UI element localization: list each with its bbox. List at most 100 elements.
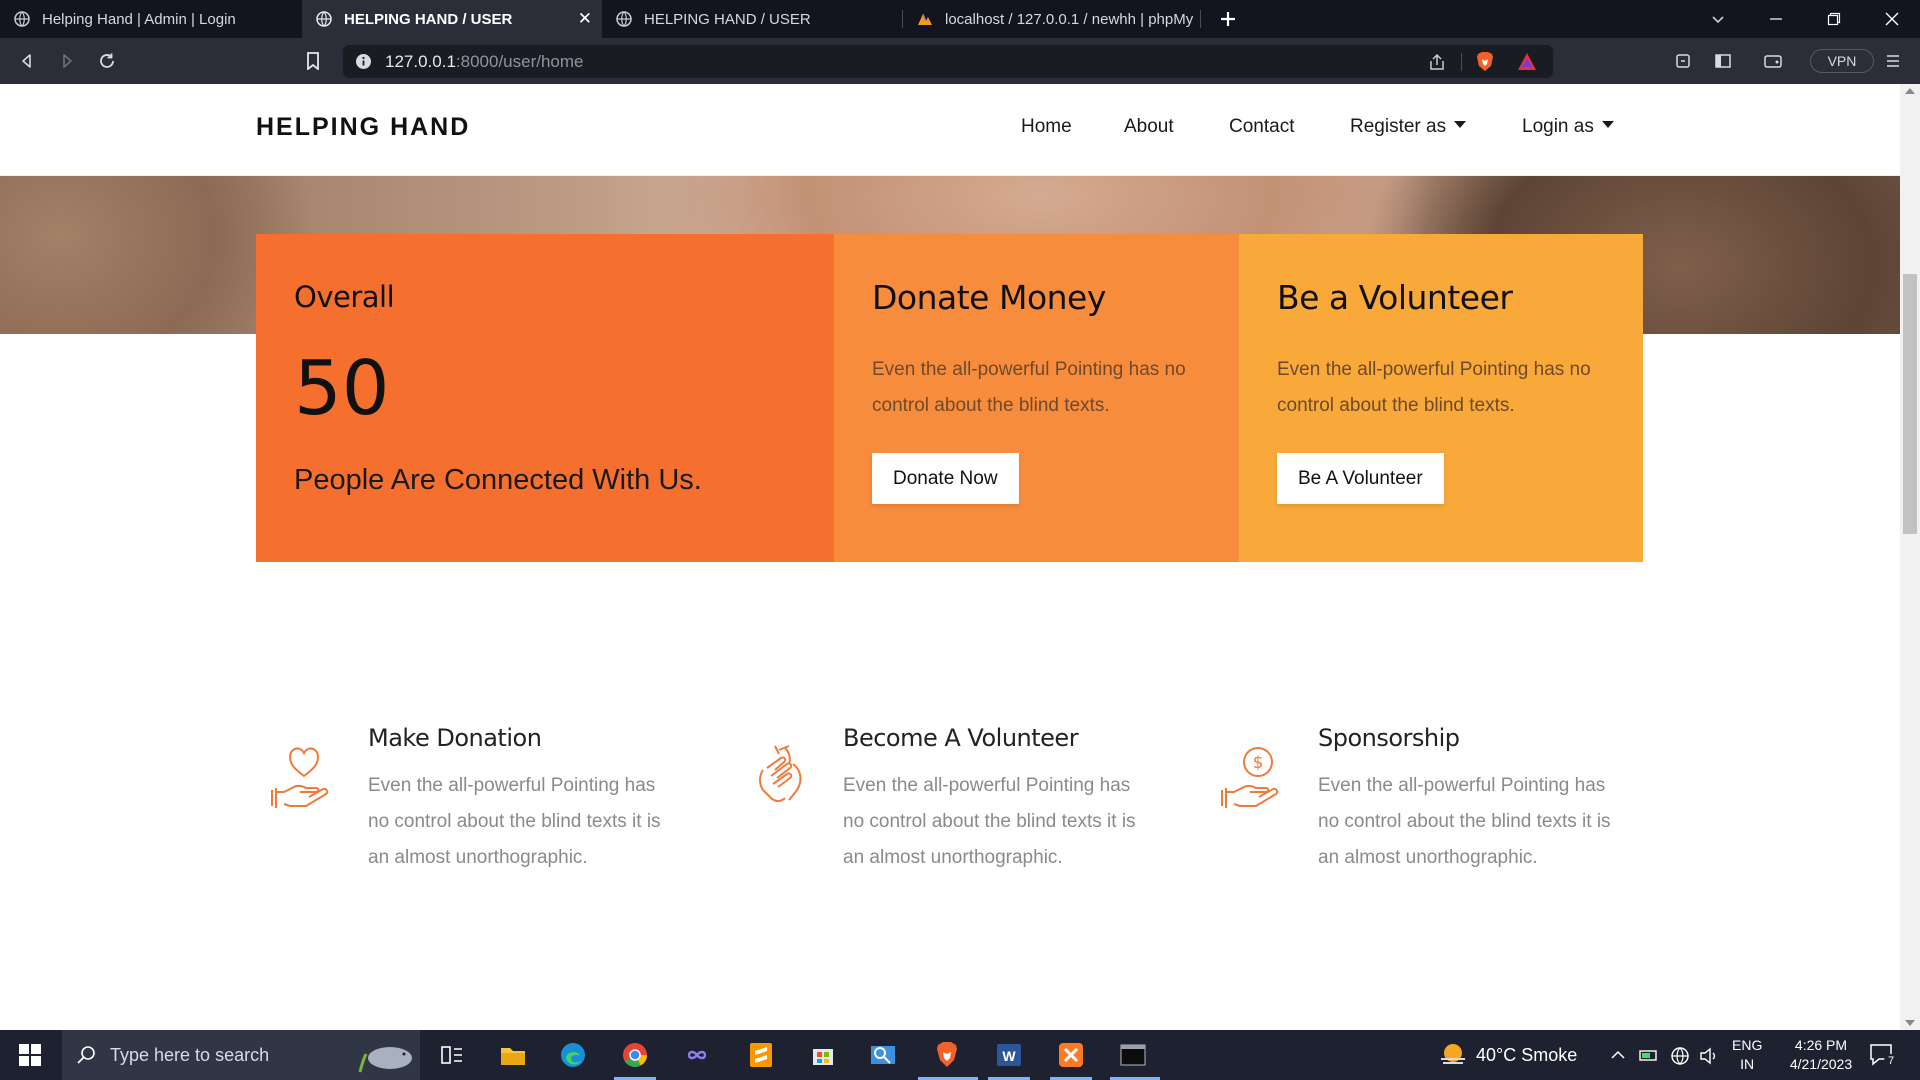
url-text: 127.0.0.1:8000/user/home	[385, 52, 584, 72]
service-description: Even the all-powerful Pointing has no co…	[843, 775, 1136, 868]
scroll-down-arrow[interactable]	[1905, 1020, 1915, 1026]
sidebar-button[interactable]	[1712, 50, 1734, 72]
sidebar-icon	[1715, 54, 1731, 68]
language-code: ENG	[1732, 1037, 1763, 1053]
service-title: Become A Volunteer	[843, 724, 1079, 752]
sublime-text-icon[interactable]	[746, 1040, 776, 1070]
tab-user-home[interactable]: HELPING HAND / USER ✕	[302, 0, 602, 38]
puzzle-icon	[1676, 54, 1690, 68]
battery-icon[interactable]	[1638, 1046, 1660, 1064]
brave-browser-icon[interactable]	[932, 1040, 962, 1070]
brave-rewards-icon[interactable]	[1517, 52, 1537, 71]
site-navbar: HELPING HAND Home About Contact Register…	[0, 84, 1900, 176]
menu-button[interactable]	[1882, 50, 1904, 72]
nav-home-link[interactable]: Home	[1021, 116, 1072, 138]
taskbar-search[interactable]: Type here to search	[62, 1030, 420, 1080]
windows-logo-icon	[19, 1044, 41, 1066]
people-count: 50	[294, 344, 390, 432]
back-icon	[22, 54, 31, 68]
tab-title: HELPING HAND / USER	[344, 10, 513, 28]
word-icon[interactable]: W	[994, 1040, 1024, 1070]
forward-button[interactable]	[56, 50, 78, 72]
scroll-up-arrow[interactable]	[1905, 88, 1915, 94]
search-icon	[77, 1046, 95, 1064]
tab-user-second[interactable]: HELPING HAND / USER	[602, 0, 902, 38]
chevron-up-icon[interactable]	[1610, 1048, 1626, 1062]
infinity-app-icon[interactable]	[682, 1040, 712, 1070]
volunteer-title: Be a Volunteer	[1277, 278, 1513, 317]
nav-login-label: Login as	[1522, 116, 1594, 137]
task-view-icon[interactable]	[436, 1040, 466, 1070]
overall-label: Overall	[294, 280, 395, 314]
brave-shields-icon[interactable]	[1475, 51, 1495, 73]
network-globe-icon[interactable]	[1670, 1046, 1690, 1066]
vpn-button[interactable]: VPN	[1810, 49, 1874, 73]
tab-phpmyadmin[interactable]: localhost / 127.0.0.1 / newhh | phpMy	[903, 0, 1201, 38]
image-viewer-icon[interactable]	[868, 1040, 898, 1070]
service-title: Make Donation	[368, 724, 542, 752]
url-path: :8000/user/home	[455, 52, 584, 71]
web-page: HELPING HAND Home About Contact Register…	[0, 84, 1920, 1030]
nav-login-dropdown[interactable]: Login as	[1522, 116, 1614, 138]
start-button[interactable]	[0, 1030, 60, 1080]
restore-icon	[1827, 12, 1841, 26]
weather-icon	[1441, 1044, 1465, 1064]
page-scrollbar[interactable]	[1900, 84, 1920, 1030]
new-tab-button[interactable]	[1200, 0, 1256, 38]
be-a-volunteer-button[interactable]: Be A Volunteer	[1277, 453, 1444, 504]
caret-down-icon	[1601, 121, 1614, 129]
plus-icon	[1221, 12, 1235, 26]
restore-button[interactable]	[1806, 0, 1862, 38]
nav-register-dropdown[interactable]: Register as	[1350, 116, 1467, 138]
tab-search-button[interactable]	[1690, 0, 1746, 38]
nav-contact-link[interactable]: Contact	[1229, 116, 1294, 138]
close-window-button[interactable]	[1864, 0, 1920, 38]
language-indicator[interactable]: ENG IN	[1732, 1036, 1762, 1074]
globe-icon	[14, 11, 30, 27]
svg-text:W: W	[1002, 1048, 1016, 1064]
hamburger-icon	[1887, 55, 1899, 67]
microsoft-store-icon[interactable]	[808, 1040, 838, 1070]
tab-title: Helping Hand | Admin | Login	[42, 10, 236, 28]
back-button[interactable]	[16, 50, 38, 72]
tab-title: localhost / 127.0.0.1 / newhh | phpMy	[945, 10, 1194, 28]
wallet-button[interactable]	[1762, 50, 1784, 72]
bookmark-button[interactable]	[302, 50, 324, 72]
share-icon[interactable]	[1428, 53, 1446, 71]
reload-button[interactable]	[96, 50, 118, 72]
reload-icon	[100, 53, 114, 68]
manatee-illustration-icon	[358, 1047, 412, 1073]
edge-browser-icon[interactable]	[558, 1040, 588, 1070]
donate-now-button[interactable]: Donate Now	[872, 453, 1019, 504]
close-icon	[1885, 12, 1899, 26]
close-tab-icon[interactable]: ✕	[578, 9, 592, 29]
phpmyadmin-icon	[918, 13, 932, 25]
extensions-button[interactable]	[1672, 50, 1694, 72]
terminal-icon[interactable]	[1118, 1040, 1148, 1070]
donate-money-card: Donate Money Even the all-powerful Point…	[834, 234, 1239, 562]
notifications-button[interactable]: 7	[1868, 1042, 1898, 1068]
tab-admin-login[interactable]: Helping Hand | Admin | Login	[0, 0, 300, 38]
service-sponsorship: $ Sponsorship Even the all-powerful Poin…	[1206, 724, 1646, 904]
xampp-icon[interactable]	[1056, 1040, 1086, 1070]
minimize-button[interactable]	[1748, 0, 1804, 38]
donate-text: Even the all-powerful Pointing has no co…	[872, 359, 1186, 416]
overall-caption: People Are Connected With Us.	[294, 464, 702, 496]
wallet-icon	[1764, 55, 1782, 68]
address-separator	[1461, 53, 1462, 71]
weather-text[interactable]: 40°C Smoke	[1476, 1045, 1577, 1066]
globe-icon	[316, 11, 332, 27]
address-bar[interactable]: 127.0.0.1:8000/user/home	[343, 45, 1553, 78]
clock-time: 4:26 PM	[1794, 1037, 1848, 1053]
system-clock[interactable]: 4:26 PM 4/21/2023	[1776, 1036, 1866, 1074]
minimize-icon	[1770, 18, 1782, 20]
nav-about-link[interactable]: About	[1124, 116, 1174, 138]
site-brand[interactable]: HELPING HAND	[256, 113, 470, 142]
chrome-icon[interactable]	[620, 1040, 650, 1070]
file-explorer-icon[interactable]	[498, 1040, 528, 1070]
scrollbar-thumb[interactable]	[1903, 274, 1917, 534]
service-description: Even the all-powerful Pointing has no co…	[368, 775, 661, 868]
url-host: 127.0.0.1	[385, 52, 456, 71]
volume-icon[interactable]	[1698, 1046, 1720, 1066]
service-description: Even the all-powerful Pointing has no co…	[1318, 775, 1611, 868]
